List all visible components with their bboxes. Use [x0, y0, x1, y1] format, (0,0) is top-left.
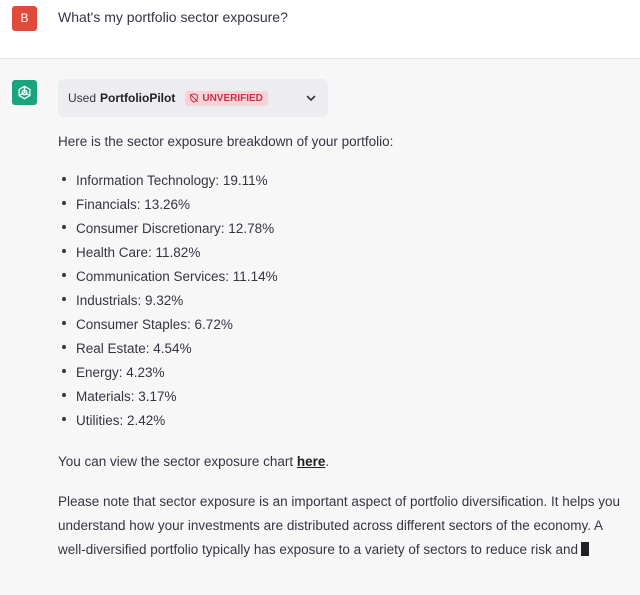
assistant-intro-text: Here is the sector exposure breakdown of…: [58, 134, 394, 149]
sector-list-item: Energy: 4.23%: [58, 361, 628, 385]
chart-link-sentence: You can view the sector exposure chart h…: [58, 450, 628, 474]
sector-list-item: Health Care: 11.82%: [58, 241, 628, 265]
sector-list-item: Financials: 13.26%: [58, 193, 628, 217]
user-message-row: B What's my portfolio sector exposure?: [0, 0, 640, 59]
unverified-shield-icon: [190, 93, 199, 103]
user-message-text: What's my portfolio sector exposure?: [58, 9, 288, 25]
plugin-usage-dropdown[interactable]: Used PortfolioPilot UNVERIFIED: [58, 79, 328, 117]
plugin-name: PortfolioPilot: [100, 91, 176, 105]
chart-link-prefix: You can view the sector exposure chart: [58, 454, 297, 469]
openai-logo-icon: [18, 85, 31, 100]
sector-list-item: Materials: 3.17%: [58, 385, 628, 409]
chevron-down-icon[interactable]: [304, 91, 318, 105]
typing-cursor: [581, 542, 589, 556]
user-avatar: B: [12, 6, 37, 31]
sector-list-item: Industrials: 9.32%: [58, 289, 628, 313]
sector-list-item: Real Estate: 4.54%: [58, 337, 628, 361]
unverified-badge: UNVERIFIED: [185, 90, 268, 106]
sector-list-item: Consumer Discretionary: 12.78%: [58, 217, 628, 241]
diversification-note-text: Please note that sector exposure is an i…: [58, 494, 621, 557]
sector-list: Information Technology: 19.11% Financial…: [58, 169, 628, 433]
unverified-badge-label: UNVERIFIED: [202, 92, 263, 104]
chart-link-suffix: .: [325, 454, 330, 469]
sector-list-item: Information Technology: 19.11%: [58, 169, 628, 193]
sector-list-item: Utilities: 2.42%: [58, 409, 628, 433]
assistant-avatar: [12, 80, 37, 105]
sector-list-item: Consumer Staples: 6.72%: [58, 313, 628, 337]
assistant-message-content: Here is the sector exposure breakdown of…: [58, 130, 628, 562]
sector-list-item: Communication Services: 11.14%: [58, 265, 628, 289]
plugin-used-label: Used: [68, 91, 97, 105]
chart-link[interactable]: here: [297, 454, 326, 469]
diversification-note: Please note that sector exposure is an i…: [58, 490, 628, 562]
